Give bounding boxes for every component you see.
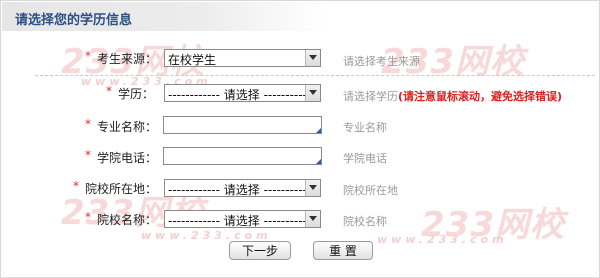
reset-button[interactable]: 重 置	[313, 241, 373, 260]
education-form-panel: 请选择您的学历信息 233网校 233网校 233网校 233网校 www.23…	[0, 0, 600, 278]
form-header: 请选择您的学历信息	[2, 2, 328, 31]
row-phone: * 学院电话： 学院电话	[1, 145, 599, 169]
label-location: 院校所在地：	[85, 182, 158, 196]
dropdown-button[interactable]	[305, 50, 320, 66]
divider	[35, 75, 595, 76]
hint-education: 请选择学历(请注意鼠标滚动，避免选择错误)	[343, 88, 562, 104]
college-name-select[interactable]: ------------ 请选择 -----------	[164, 210, 321, 228]
required-marker: *	[85, 210, 91, 224]
required-marker: *	[85, 148, 91, 162]
major-name-input[interactable]	[163, 116, 322, 134]
watermark-url: www.233.com	[377, 233, 508, 246]
row-student-source: * 考生来源： 在校学生 请选择考生来源	[1, 46, 599, 70]
student-source-select[interactable]: 在校学生	[164, 49, 321, 67]
hint-college-name: 院校名称	[343, 215, 387, 228]
dropdown-button[interactable]	[305, 85, 320, 101]
college-phone-input[interactable]	[163, 147, 322, 165]
label-education: 学历：	[118, 87, 155, 101]
resize-corner-icon	[316, 128, 321, 133]
chevron-down-icon	[309, 90, 317, 95]
page-title: 请选择您的学历信息	[15, 13, 133, 28]
required-marker: *	[106, 84, 112, 98]
hint-phone: 学院电话	[343, 152, 387, 165]
label-student-source: 考生来源：	[97, 52, 158, 66]
select-value: 在校学生	[168, 53, 217, 67]
select-value: ------------ 请选择 -----------	[168, 88, 312, 102]
chevron-down-icon	[309, 185, 317, 190]
next-button[interactable]: 下一步	[229, 241, 291, 260]
select-value: ------------ 请选择 -----------	[168, 183, 312, 197]
label-college-name: 院校名称：	[97, 213, 158, 227]
select-value: ------------ 请选择 -----------	[168, 214, 312, 228]
label-phone: 学院电话：	[97, 151, 158, 165]
hint-major: 专业名称	[343, 121, 387, 134]
required-marker: *	[85, 117, 91, 131]
label-major: 专业名称：	[97, 120, 158, 134]
hint-location: 院校所在地	[343, 184, 398, 197]
row-major: * 专业名称： 专业名称	[1, 114, 599, 138]
chevron-down-icon	[309, 55, 317, 60]
college-location-select[interactable]: ------------ 请选择 -----------	[164, 179, 321, 197]
hint-student-source: 请选择考生来源	[343, 55, 420, 68]
row-college-name: * 院校名称： ------------ 请选择 ----------- 院校名…	[1, 207, 599, 231]
required-marker: *	[73, 179, 79, 193]
dropdown-button[interactable]	[305, 211, 320, 227]
row-location: * 院校所在地： ------------ 请选择 ----------- 院校…	[1, 176, 599, 200]
resize-corner-icon	[316, 159, 321, 164]
dropdown-button[interactable]	[305, 180, 320, 196]
hint-text: 请选择学历	[343, 90, 398, 103]
education-select[interactable]: ------------ 请选择 -----------	[164, 84, 321, 102]
chevron-down-icon	[309, 216, 317, 221]
warning-text: (请注意鼠标滚动，避免选择错误)	[398, 90, 563, 103]
required-marker: *	[85, 49, 91, 63]
row-education: * 学历： ------------ 请选择 ----------- 请选择学历…	[1, 81, 599, 105]
